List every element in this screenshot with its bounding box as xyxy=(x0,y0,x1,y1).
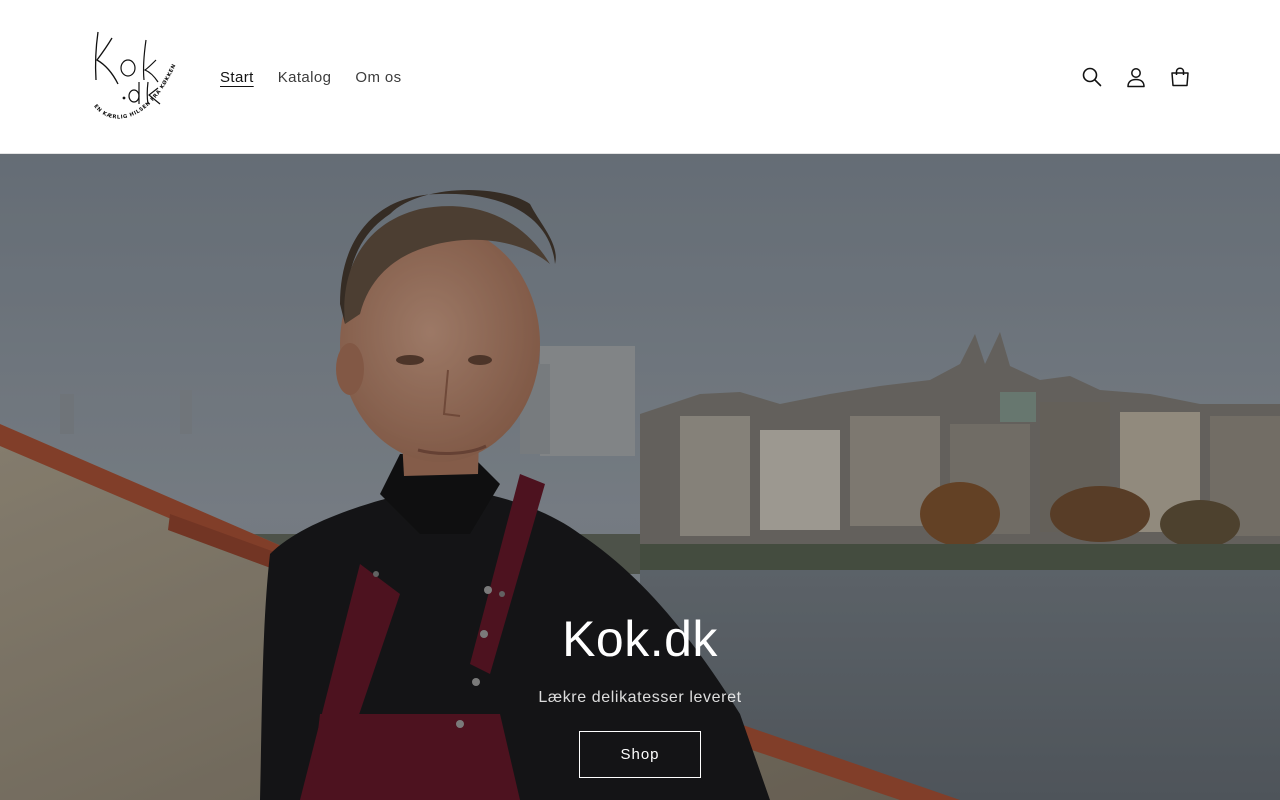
cart-icon xyxy=(1171,67,1189,87)
hero-banner: Kok.dk Lækre delikatesser leveret Shop xyxy=(0,154,1280,800)
cart-button[interactable] xyxy=(1158,55,1202,99)
svg-text:EN KÆRLIG HILSEN FRA KØKKENET: EN KÆRLIG HILSEN FRA KØKKENET xyxy=(86,24,178,121)
hero-content: Kok.dk Lækre delikatesser leveret Shop xyxy=(0,612,1280,778)
account-button[interactable] xyxy=(1114,55,1158,99)
shop-button[interactable]: Shop xyxy=(579,731,701,778)
nav-link-om-os[interactable]: Om os xyxy=(343,65,413,90)
hero-title: Kok.dk xyxy=(562,611,718,667)
hero-subtitle: Lækre delikatesser leveret xyxy=(538,689,742,706)
site-logo[interactable]: EN KÆRLIG HILSEN FRA KØKKENET xyxy=(86,24,186,130)
logo-mark: EN KÆRLIG HILSEN FRA KØKKENET xyxy=(86,24,178,121)
header-icons xyxy=(1070,55,1202,99)
nav-link-start[interactable]: Start xyxy=(208,65,266,90)
nav-link-katalog[interactable]: Katalog xyxy=(266,65,344,90)
search-icon xyxy=(1082,67,1102,87)
account-icon xyxy=(1127,68,1145,88)
search-button[interactable] xyxy=(1070,55,1114,99)
logo-tagline: EN KÆRLIG HILSEN FRA KØKKENET xyxy=(86,24,177,121)
site-header: EN KÆRLIG HILSEN FRA KØKKENET Start Kata… xyxy=(0,0,1280,154)
main-nav: Start Katalog Om os xyxy=(208,60,414,94)
